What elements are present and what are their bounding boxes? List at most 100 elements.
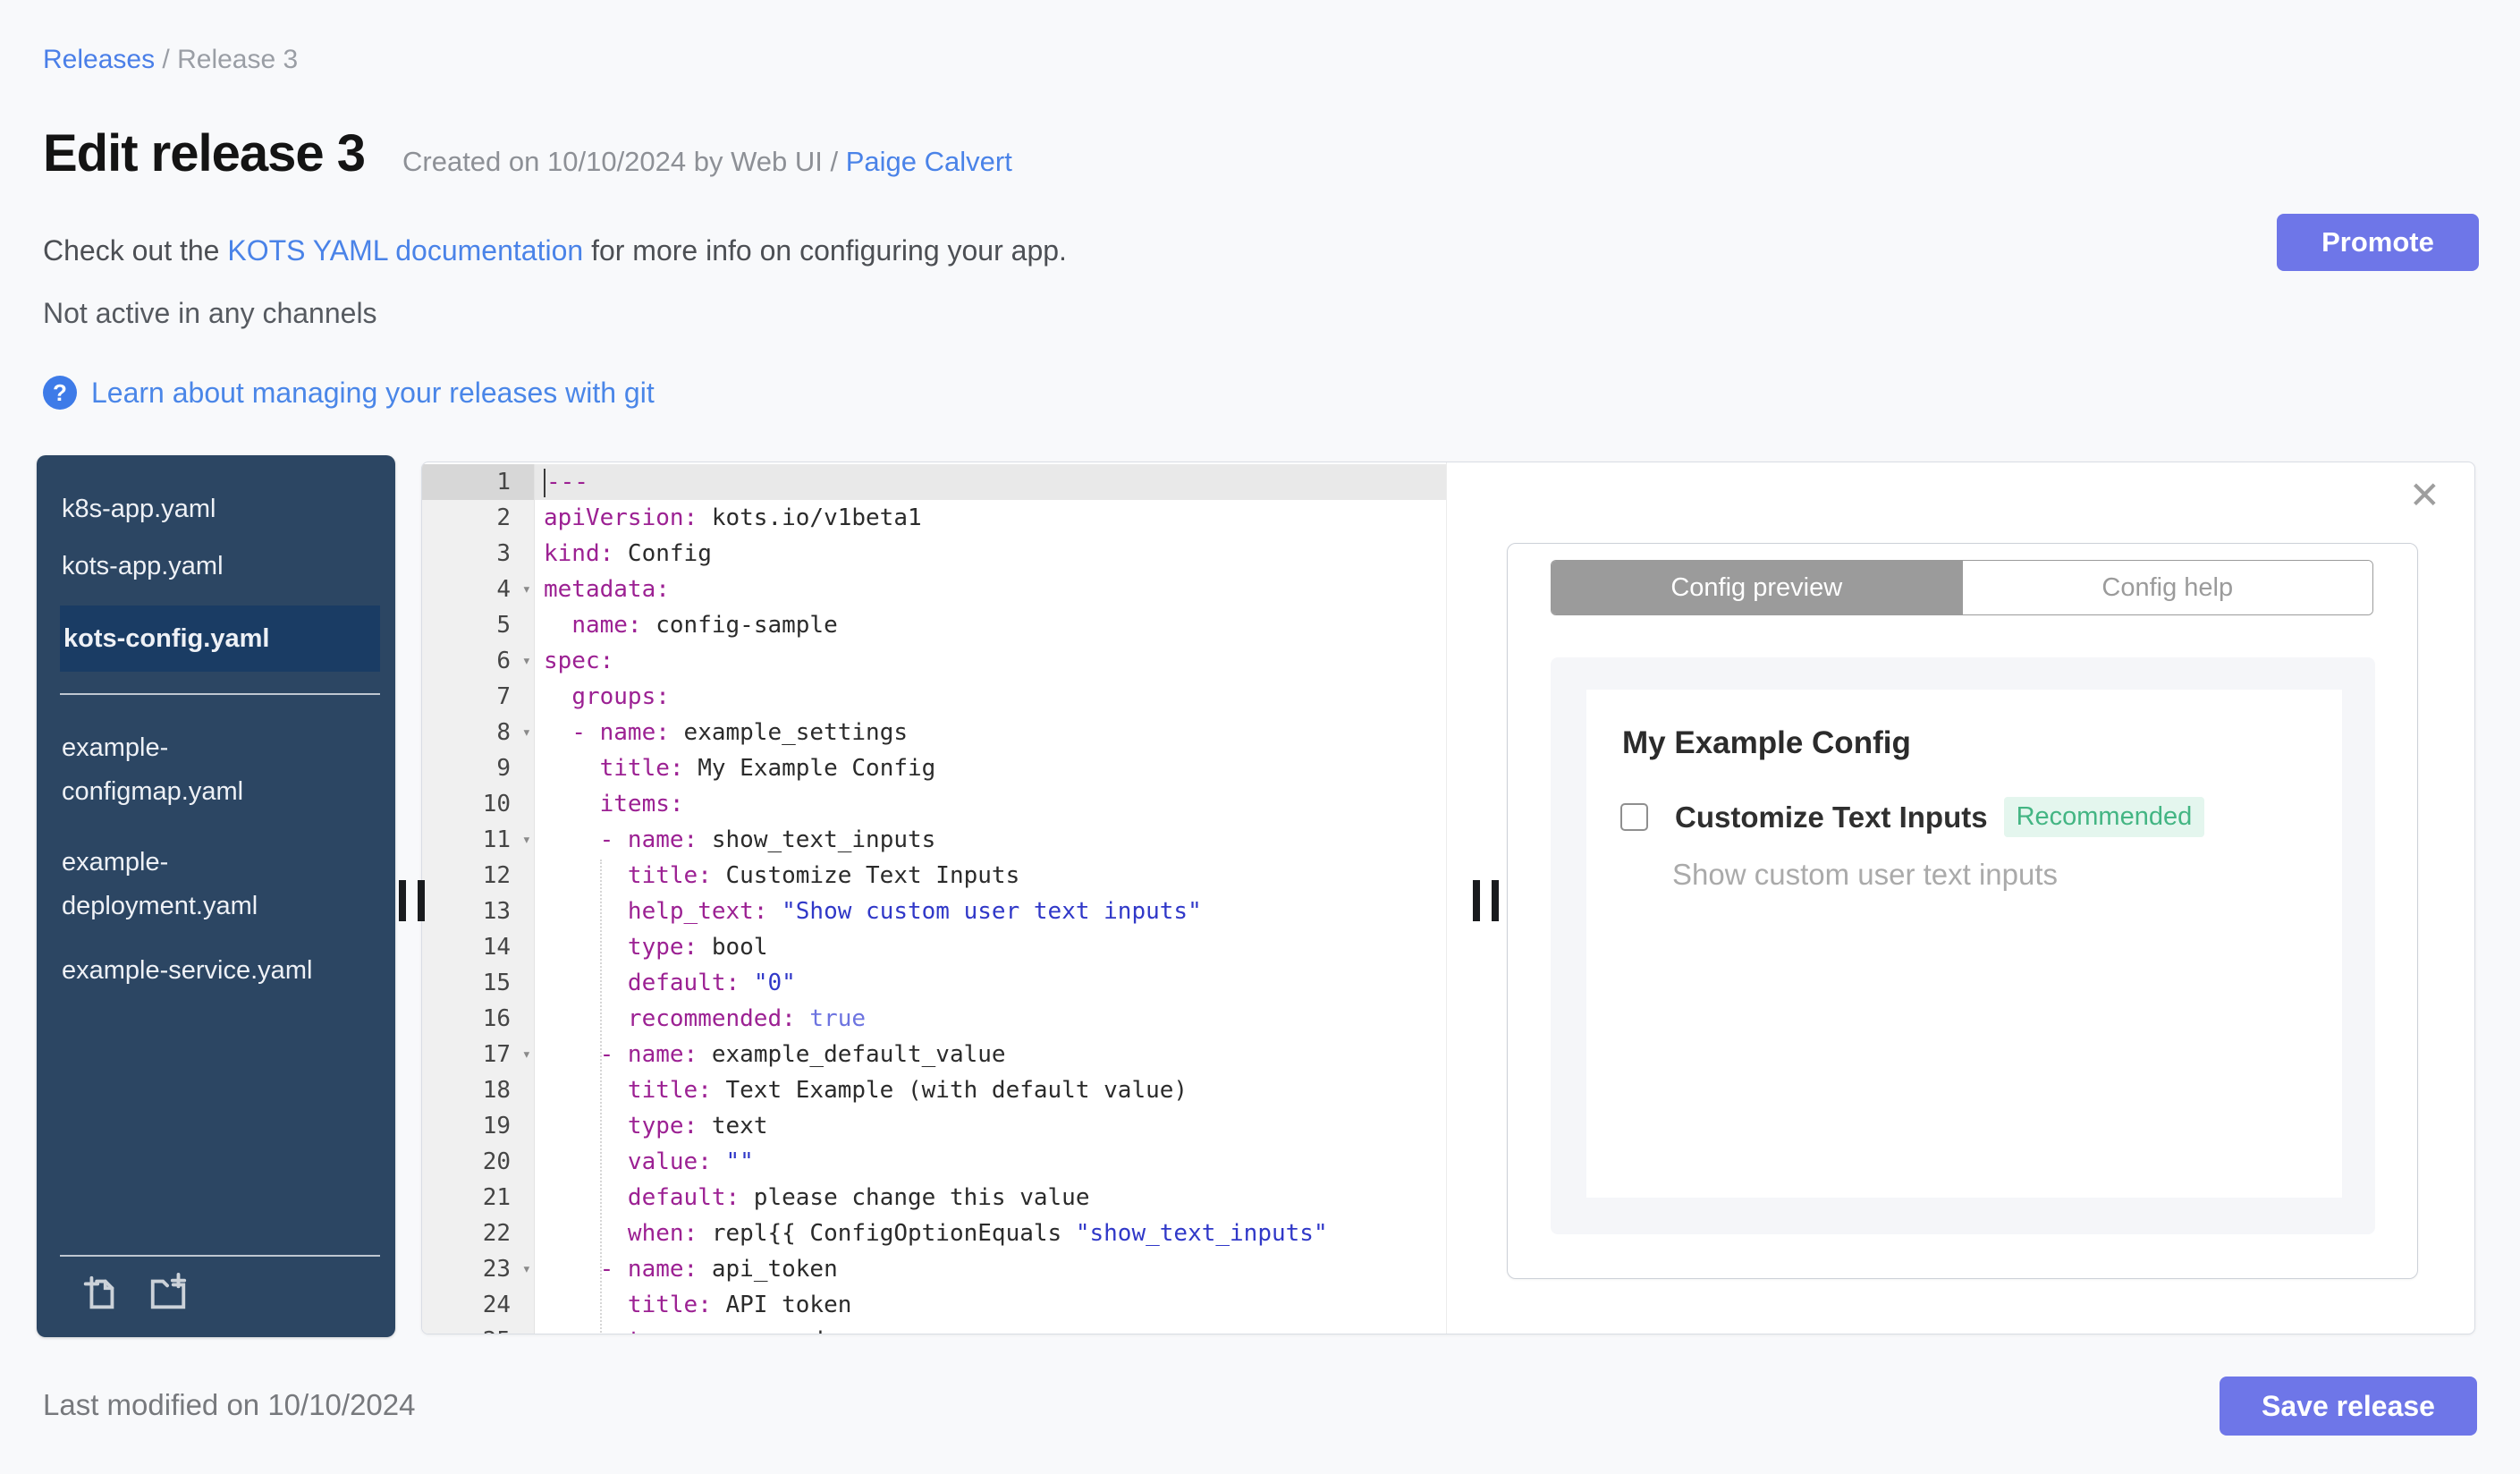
code-text: when: repl{{ ConfigOptionEquals "show_te… [627,1220,1328,1247]
config-card: My Example Config Customize Text Inputs … [1586,690,2342,1198]
line-number: 8 ▾ [422,715,535,750]
code-line-9[interactable]: 9 title: My Example Config [422,750,1446,786]
code-text: --- [535,464,1446,500]
code-text: metadata: [544,576,670,603]
line-number: 17 ▾ [422,1037,535,1072]
config-preview-box: Config preview Config help My Example Con… [1507,543,2418,1279]
line-number: 14 [422,929,535,965]
code-line-10[interactable]: 10 items: [422,786,1446,822]
breadcrumb-separator: / [155,45,178,74]
file-item-example-configmap-yaml[interactable]: example-configmap.yaml [37,713,395,827]
code-line-22[interactable]: 22 when: repl{{ ConfigOptionEquals "show… [422,1216,1446,1251]
code-line-19[interactable]: 19 type: text [422,1108,1446,1144]
save-release-button[interactable]: Save release [2220,1377,2477,1436]
resize-handle-sidebar[interactable] [399,880,425,921]
question-mark-icon[interactable]: ? [43,376,77,410]
file-item-example-deployment-yaml[interactable]: example-deployment.yaml [37,827,395,942]
code-text: default: "0" [627,970,796,996]
fold-arrow-icon[interactable]: ▾ [522,1037,531,1072]
code-lines: 1 --- 2 apiVersion: kots.io/v1beta1 3 kind: C… [422,464,1446,1334]
code-line-15[interactable]: 15 default: "0" [422,965,1446,1001]
code-text: name: config-sample [571,612,838,639]
code-text: title: Customize Text Inputs [627,862,1020,889]
code-line-24[interactable]: 24 title: API token [422,1287,1446,1323]
code-line-3[interactable]: 3 kind: Config [422,536,1446,572]
code-line-25[interactable]: 25 type: password [422,1323,1446,1334]
file-tree: k8s-app.yaml kots-app.yaml kots-config.yam… [37,455,395,1337]
page-title: Edit release 3 [43,124,366,182]
indent-guide [600,860,602,1334]
code-text: default: please change this value [627,1184,1090,1211]
code-line-12[interactable]: 12 title: Customize Text Inputs [422,858,1446,894]
line-number: 25 [422,1323,535,1334]
file-tree-actions [60,1255,380,1323]
config-preview-pane: ✕ Config preview Config help My Example C… [1448,462,2474,1334]
tab-config-help[interactable]: Config help [1961,561,2372,614]
line-number: 6 ▾ [422,643,535,679]
kots-yaml-docs-link[interactable]: KOTS YAML documentation [227,234,583,267]
code-line-17[interactable]: 17 ▾ - name: example_default_value [422,1037,1446,1072]
line-number: 7 [422,679,535,715]
code-text: type: text [627,1113,768,1139]
fold-arrow-icon[interactable]: ▾ [522,643,531,679]
line-number: 9 [422,750,535,786]
code-text: type: bool [627,934,768,961]
code-text: help_text: "Show custom user text inputs… [627,898,1202,925]
file-tree-divider [60,693,380,695]
git-help-row: ? Learn about managing your releases wit… [43,376,655,410]
config-preview-body: My Example Config Customize Text Inputs … [1551,657,2375,1234]
code-text: title: API token [627,1292,852,1318]
code-line-16[interactable]: 16 recommended: true [422,1001,1446,1037]
breadcrumb-link-releases[interactable]: Releases [43,45,155,74]
code-line-14[interactable]: 14 type: bool [422,929,1446,965]
code-text: - name: show_text_inputs [599,826,936,853]
file-group-bottom: example-configmap.yaml example-deployment… [37,713,395,999]
created-info: Created on 10/10/2024 by Web UI / Paige … [402,146,1012,178]
config-tabs: Config preview Config help [1551,560,2373,615]
code-line-2[interactable]: 2 apiVersion: kots.io/v1beta1 [422,500,1446,536]
code-line-20[interactable]: 20 value: "" [422,1144,1446,1180]
customize-text-inputs-checkbox[interactable] [1620,803,1648,831]
file-group-top: k8s-app.yaml kots-app.yaml kots-config.yam… [37,480,395,672]
code-line-5[interactable]: 5 name: config-sample [422,607,1446,643]
created-by-link[interactable]: Paige Calvert [846,146,1012,177]
file-item-example-service-yaml[interactable]: example-service.yaml [37,942,395,999]
recommended-badge: Recommended [2003,797,2205,837]
code-line-8[interactable]: 8 ▾ - name: example_settings [422,715,1446,750]
code-text: value: "" [627,1148,754,1175]
code-line-1[interactable]: 1 --- [422,464,1446,500]
new-file-icon[interactable] [80,1273,121,1314]
code-line-11[interactable]: 11 ▾ - name: show_text_inputs [422,822,1446,858]
fold-arrow-icon[interactable]: ▾ [522,1251,531,1287]
line-number: 3 [422,536,535,572]
file-item-kots-config-yaml[interactable]: kots-config.yaml [60,606,380,672]
last-modified-text: Last modified on 10/10/2024 [43,1388,416,1421]
docs-text-prefix: Check out the [43,234,228,267]
new-folder-icon[interactable] [148,1273,189,1314]
tab-config-preview[interactable]: Config preview [1552,561,1962,614]
promote-button[interactable]: Promote [2277,214,2479,271]
code-line-23[interactable]: 23 ▾ - name: api_token [422,1251,1446,1287]
line-number: 13 [422,894,535,929]
code-line-18[interactable]: 18 title: Text Example (with default val… [422,1072,1446,1108]
file-item-kots-app-yaml[interactable]: kots-app.yaml [37,538,395,595]
code-text: recommended: true [627,1005,867,1032]
docs-text-suffix: for more info on configuring your app. [583,234,1067,267]
code-line-13[interactable]: 13 help_text: "Show custom user text inp… [422,894,1446,929]
fold-arrow-icon[interactable]: ▾ [522,572,531,607]
code-line-6[interactable]: 6 ▾ spec: [422,643,1446,679]
git-releases-link[interactable]: Learn about managing your releases with … [91,377,655,410]
file-item-k8s-app-yaml[interactable]: k8s-app.yaml [37,480,395,538]
line-number: 20 [422,1144,535,1180]
yaml-code-editor[interactable]: 1 --- 2 apiVersion: kots.io/v1beta1 3 kind: C… [422,462,1447,1334]
text-cursor [544,468,545,497]
fold-arrow-icon[interactable]: ▾ [522,822,531,858]
code-line-7[interactable]: 7 groups: [422,679,1446,715]
code-line-4[interactable]: 4 ▾ metadata: [422,572,1446,607]
fold-arrow-icon[interactable]: ▾ [522,715,531,750]
code-text: kind: Config [544,540,712,567]
close-icon[interactable]: ✕ [2409,477,2440,514]
config-item-label: Customize Text Inputs [1675,800,1988,834]
resize-handle-preview[interactable] [1473,880,1499,921]
code-line-21[interactable]: 21 default: please change this value [422,1180,1446,1216]
